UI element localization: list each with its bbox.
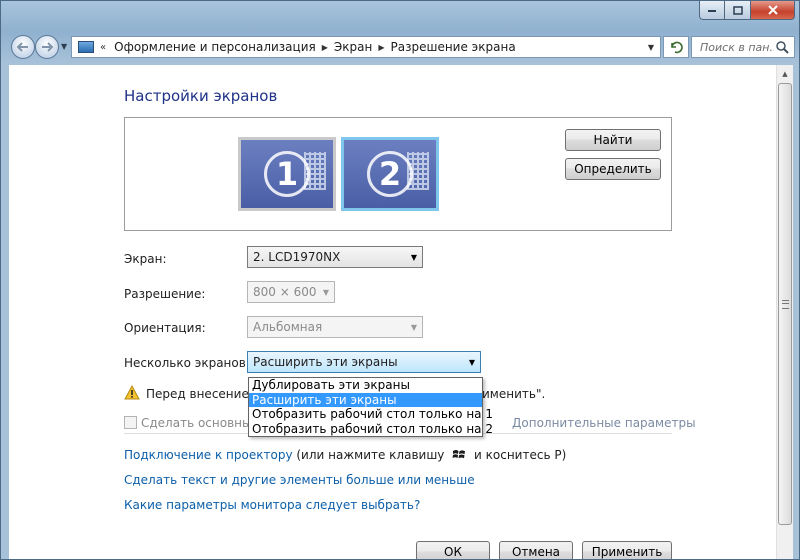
text-size-row: Сделать текст и другие элементы больше и… bbox=[124, 473, 475, 487]
dropdown-option-duplicate[interactable]: Дублировать эти экраны bbox=[249, 378, 482, 393]
back-arrow-icon bbox=[17, 42, 28, 52]
refresh-icon bbox=[671, 41, 683, 54]
maximize-button[interactable] bbox=[725, 1, 751, 20]
search-icon[interactable] bbox=[776, 40, 789, 54]
projector-hint-end: и коснитесь P) bbox=[470, 448, 567, 462]
identify-button[interactable]: Определить bbox=[565, 158, 661, 180]
forward-button[interactable] bbox=[35, 35, 59, 59]
make-primary-checkbox bbox=[124, 416, 137, 429]
recent-pages-dropdown[interactable]: ▼ bbox=[61, 42, 67, 51]
chevron-down-icon: ▼ bbox=[468, 357, 476, 367]
monitor-1-tile[interactable]: 1 bbox=[238, 137, 336, 211]
minimize-button[interactable] bbox=[699, 1, 725, 20]
resolution-select-value: 800 × 600 bbox=[253, 285, 317, 299]
warning-text: Перед внесением bbox=[146, 387, 258, 401]
multiple-displays-dropdown-list: Дублировать эти экраны Расширить эти экр… bbox=[248, 377, 493, 437]
projector-hint: (или нажмите клавишу bbox=[292, 448, 449, 462]
chevron-down-icon: ▼ bbox=[410, 252, 418, 262]
find-button[interactable]: Найти bbox=[565, 129, 661, 151]
make-primary-label: Сделать основным bbox=[141, 416, 261, 430]
windows-logo-icon bbox=[452, 450, 466, 459]
monitor-params-row: Какие параметры монитора следует выбрать… bbox=[124, 498, 420, 512]
screen-select[interactable]: 2. LCD1970NX ▼ bbox=[247, 246, 423, 268]
breadcrumb-item[interactable]: Экран bbox=[334, 40, 372, 54]
multiple-displays-label: Несколько экранов: bbox=[124, 356, 250, 370]
refresh-button[interactable] bbox=[663, 36, 689, 58]
vertical-scrollbar[interactable]: ▲ bbox=[776, 65, 793, 559]
text-size-link[interactable]: Сделать текст и другие элементы больше и… bbox=[124, 473, 475, 487]
chevron-down-icon: ▼ bbox=[322, 287, 330, 297]
monitor-2-tile[interactable]: 2 bbox=[341, 137, 439, 211]
dropdown-option-only-2[interactable]: Отобразить рабочий стол только на 2 bbox=[249, 422, 493, 437]
close-icon bbox=[767, 5, 778, 15]
control-panel-icon bbox=[78, 41, 94, 53]
navigation-bar: ▼ « Оформление и персонализация ▶ Экран … bbox=[7, 33, 795, 61]
ok-button[interactable]: ОК bbox=[416, 541, 490, 559]
monitor-arrangement-panel: 1 2 Найти Определить bbox=[124, 117, 672, 231]
chevron-down-icon: ▼ bbox=[410, 322, 418, 332]
title-bar[interactable] bbox=[1, 1, 799, 27]
maximize-icon bbox=[732, 5, 743, 15]
breadcrumb-separator-icon[interactable]: ▶ bbox=[378, 43, 384, 52]
cancel-button[interactable]: Отмена bbox=[499, 541, 573, 559]
search-box[interactable] bbox=[691, 36, 795, 58]
projector-link[interactable]: Подключение к проектору bbox=[124, 448, 293, 462]
scrollbar-thumb[interactable] bbox=[778, 83, 792, 525]
window-controls bbox=[699, 1, 795, 21]
warning-text-tail: именить". bbox=[482, 387, 546, 401]
multiple-displays-select-value: Расширить эти экраны bbox=[253, 355, 398, 369]
apply-button[interactable]: Применить bbox=[582, 541, 672, 559]
advanced-settings-link[interactable]: Дополнительные параметры bbox=[512, 416, 696, 430]
search-input[interactable] bbox=[698, 39, 776, 55]
breadcrumb-item[interactable]: Оформление и персонализация bbox=[114, 40, 316, 54]
dropdown-option-only-1[interactable]: Отобразить рабочий стол только на 1 bbox=[249, 407, 493, 422]
resolution-label: Разрешение: bbox=[124, 287, 206, 301]
scroll-up-arrow-icon[interactable]: ▲ bbox=[777, 65, 793, 82]
warning-row bbox=[124, 385, 140, 400]
warning-icon bbox=[124, 385, 140, 400]
monitor-number: 1 bbox=[264, 151, 310, 197]
minimize-icon bbox=[708, 10, 716, 12]
projector-row: Подключение к проектору (или нажмите кла… bbox=[124, 448, 566, 462]
address-overflow-chevron-icon[interactable]: « bbox=[100, 42, 106, 53]
screen-select-value: 2. LCD1970NX bbox=[253, 250, 341, 264]
content-area: Настройки экранов 1 2 Найти Определить Э… bbox=[9, 65, 793, 559]
resolution-select: 800 × 600 ▼ bbox=[247, 281, 335, 303]
page-title: Настройки экранов bbox=[124, 87, 278, 105]
breadcrumb-separator-icon[interactable]: ▶ bbox=[322, 43, 328, 52]
screen-label: Экран: bbox=[124, 252, 167, 266]
grip-icon bbox=[781, 299, 789, 309]
address-dropdown-icon[interactable]: ▼ bbox=[642, 43, 660, 52]
breadcrumb-item[interactable]: Разрешение экрана bbox=[391, 40, 516, 54]
back-button[interactable] bbox=[11, 35, 35, 59]
dropdown-option-extend[interactable]: Расширить эти экраны bbox=[249, 392, 482, 407]
address-bar[interactable]: « Оформление и персонализация ▶ Экран ▶ … bbox=[71, 36, 661, 58]
orientation-label: Ориентация: bbox=[124, 321, 206, 335]
monitor-number: 2 bbox=[367, 151, 413, 197]
control-panel-window: ▼ « Оформление и персонализация ▶ Экран … bbox=[0, 0, 800, 560]
multiple-displays-select[interactable]: Расширить эти экраны ▼ bbox=[247, 351, 481, 373]
forward-arrow-icon bbox=[42, 42, 53, 52]
close-button[interactable] bbox=[751, 1, 795, 20]
orientation-select-value: Альбомная bbox=[253, 320, 323, 334]
monitor-params-link[interactable]: Какие параметры монитора следует выбрать… bbox=[124, 498, 420, 512]
orientation-select: Альбомная ▼ bbox=[247, 316, 423, 338]
